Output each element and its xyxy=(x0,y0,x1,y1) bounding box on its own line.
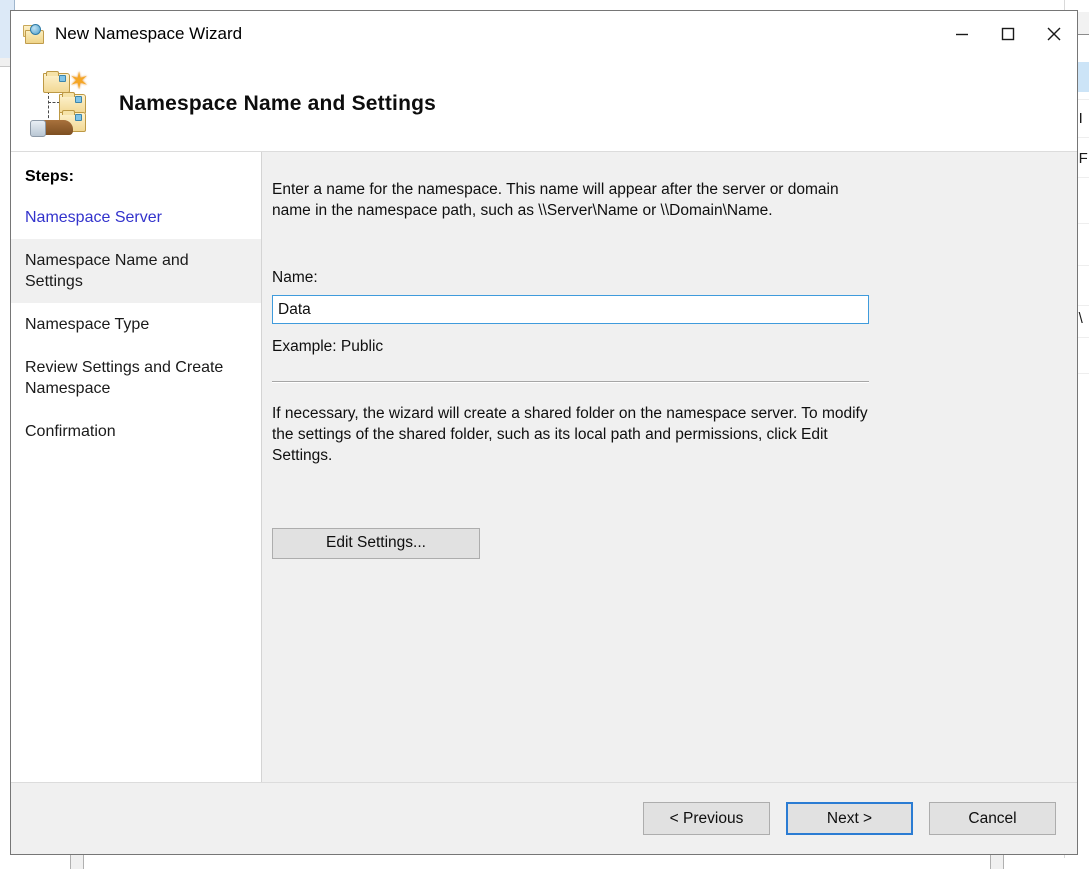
dialog-footer: < Previous Next > Cancel xyxy=(11,782,1077,854)
wizard-banner: ✶ Namespace Name and Settings xyxy=(11,57,1077,152)
name-field-label: Name: xyxy=(272,269,1053,287)
edit-settings-button[interactable]: Edit Settings... xyxy=(272,528,480,559)
dialog-body: Steps: Namespace Server Namespace Name a… xyxy=(11,152,1077,782)
new-sparkle-icon: ✶ xyxy=(69,70,89,94)
next-button[interactable]: Next > xyxy=(786,802,913,835)
steps-heading: Steps: xyxy=(11,164,261,196)
intro-text: Enter a name for the namespace. This nam… xyxy=(272,179,872,221)
content-pane: Enter a name for the namespace. This nam… xyxy=(262,152,1077,782)
steps-sidebar: Steps: Namespace Server Namespace Name a… xyxy=(11,152,262,782)
minimize-icon[interactable] xyxy=(939,11,985,57)
sidebar-item-confirmation[interactable]: Confirmation xyxy=(11,410,261,453)
namespace-folder-icon xyxy=(21,23,45,45)
namespace-tree-wizard-icon: ✶ xyxy=(29,68,101,140)
namespace-name-input[interactable] xyxy=(272,295,869,324)
previous-button[interactable]: < Previous xyxy=(643,802,770,835)
close-icon[interactable] xyxy=(1031,11,1077,57)
sidebar-item-namespace-server[interactable]: Namespace Server xyxy=(11,196,261,239)
example-text: Example: Public xyxy=(272,338,1053,356)
title-bar[interactable]: New Namespace Wizard xyxy=(11,11,1077,57)
sidebar-item-review-settings[interactable]: Review Settings and Create Namespace xyxy=(11,346,261,410)
sidebar-item-namespace-type[interactable]: Namespace Type xyxy=(11,303,261,346)
page-title: Namespace Name and Settings xyxy=(119,92,436,116)
maximize-icon[interactable] xyxy=(985,11,1031,57)
section-divider xyxy=(272,381,869,383)
cancel-button[interactable]: Cancel xyxy=(929,802,1056,835)
shared-folder-note: If necessary, the wizard will create a s… xyxy=(272,403,872,466)
background-bottom-fill xyxy=(0,858,1089,879)
new-namespace-wizard-dialog: New Namespace Wizard xyxy=(10,10,1078,855)
sidebar-item-namespace-name-settings[interactable]: Namespace Name and Settings xyxy=(11,239,261,303)
window-title: New Namespace Wizard xyxy=(55,24,242,44)
